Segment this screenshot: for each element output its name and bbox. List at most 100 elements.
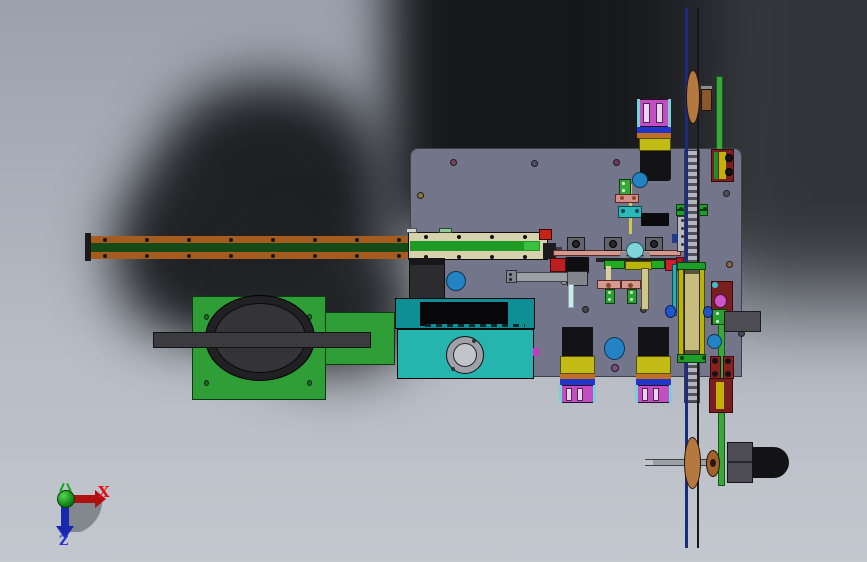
connector-slot: [577, 388, 583, 401]
upper-pink-dot: [620, 196, 624, 200]
rail-strip-top: [86, 236, 410, 243]
pulley-top[interactable]: [686, 70, 700, 124]
triad-origin-sphere: [57, 490, 75, 508]
bracket-magenta-roller[interactable]: [714, 294, 727, 308]
rail-screw: [490, 255, 494, 259]
upper-green-block[interactable]: [619, 179, 631, 195]
upper-pink-dot: [632, 196, 636, 200]
rail-screw: [397, 254, 401, 258]
plate-port-blue[interactable]: [446, 271, 466, 291]
stack-top-body[interactable]: [639, 138, 671, 151]
piston-rod[interactable]: [508, 272, 568, 282]
guide-screw: [725, 358, 731, 364]
plate-port-blue[interactable]: [604, 337, 625, 360]
slide-bar[interactable]: [153, 332, 371, 348]
rail-screw: [103, 238, 107, 242]
roller-axle-blue[interactable]: [703, 306, 713, 318]
rail-screw: [355, 254, 359, 258]
z-axis-label: Z: [59, 534, 69, 549]
plate-screw[interactable]: [582, 306, 589, 313]
pulley-bottom[interactable]: [684, 437, 701, 489]
column-nub-blue: [672, 234, 678, 243]
roller-drum[interactable]: [684, 268, 700, 357]
support-arm-gray[interactable]: [724, 311, 761, 332]
stop-block-red[interactable]: [550, 258, 566, 272]
rail-red-cap[interactable]: [539, 229, 552, 240]
bracket-green-dot: [716, 312, 719, 315]
piston-head: [506, 270, 517, 283]
bearing-bore: [650, 240, 658, 248]
pad-screw: [628, 283, 633, 288]
bearing-bore: [572, 240, 580, 248]
pneumatic-nub: [533, 348, 539, 356]
connector-edge: [559, 385, 562, 403]
rail-screw: [523, 255, 527, 259]
cam-follower[interactable]: [626, 242, 644, 259]
drive-shaft-tip: [644, 460, 653, 465]
hub-center-dot: [710, 459, 716, 467]
spindle-band: [409, 258, 445, 265]
upper-cyan-dot: [635, 209, 639, 213]
guide-strip-tan: [641, 268, 649, 310]
x-axis-arrow: [72, 495, 95, 503]
rail-screw: [313, 238, 317, 242]
plate-screw[interactable]: [726, 261, 733, 268]
bracket-cyan-dot: [712, 282, 718, 288]
upper-black-box[interactable]: [641, 213, 669, 226]
plate-port-blue[interactable]: [707, 334, 722, 349]
stack-bl-motor[interactable]: [562, 327, 593, 356]
rail-screw: [397, 238, 401, 242]
strip-lightcyan: [568, 284, 574, 308]
tension-bar-green-top[interactable]: [716, 76, 723, 153]
clamp-green[interactable]: [651, 260, 665, 269]
rail-screw: [523, 235, 527, 239]
finger-dot: [608, 298, 611, 301]
plate-screw[interactable]: [450, 159, 457, 166]
rail-screw: [187, 254, 191, 258]
pneumatic-ticks: [425, 324, 525, 327]
rail-tab-white: [406, 228, 417, 233]
roller-axle-blue[interactable]: [665, 305, 676, 318]
fixture-hole: [204, 380, 209, 386]
guide-screw: [725, 371, 731, 377]
fixture-hole: [307, 380, 312, 386]
connector-edge: [593, 385, 596, 403]
stack-bl-body[interactable]: [560, 356, 595, 374]
stack-br-body[interactable]: [636, 356, 671, 374]
rail-strip-bottom: [86, 252, 410, 259]
connector-slot: [642, 388, 648, 401]
connector-edge: [668, 99, 671, 127]
connector-slot: [643, 103, 650, 123]
plate-screw[interactable]: [613, 159, 620, 166]
plate-port-blue[interactable]: [632, 172, 648, 188]
fixture-hole: [204, 314, 209, 320]
upper-green-dot: [622, 189, 625, 192]
rail-screw: [457, 235, 461, 239]
bracket-screw: [725, 154, 733, 162]
guide-screw: [712, 371, 718, 377]
rail-end-cap-left: [85, 233, 91, 261]
rail-screw: [103, 254, 107, 258]
finger-dot: [630, 298, 633, 301]
pneumatic-window: [420, 302, 508, 326]
rail-tab-green: [439, 228, 452, 233]
rail-screw: [145, 254, 149, 258]
rail-screw: [313, 254, 317, 258]
roller-cap-dot: [680, 356, 684, 360]
connector-edge: [669, 385, 672, 403]
roller-cap-green[interactable]: [677, 262, 706, 270]
bracket-dot: [679, 207, 683, 211]
bearing-ring-inner: [453, 343, 477, 367]
plate-screw[interactable]: [723, 190, 730, 197]
connector-slot: [566, 388, 572, 401]
connector-slot: [653, 388, 659, 401]
pulley-top-hub[interactable]: [701, 89, 712, 111]
plate-screw[interactable]: [531, 160, 538, 167]
plate-screw[interactable]: [417, 192, 424, 199]
cad-viewport[interactable]: X Z: [0, 0, 867, 562]
plate-screw[interactable]: [611, 364, 619, 372]
rail-screw: [229, 254, 233, 258]
connector-edge: [637, 99, 640, 127]
drive-motor[interactable]: [752, 447, 789, 478]
stack-br-motor[interactable]: [638, 327, 669, 356]
